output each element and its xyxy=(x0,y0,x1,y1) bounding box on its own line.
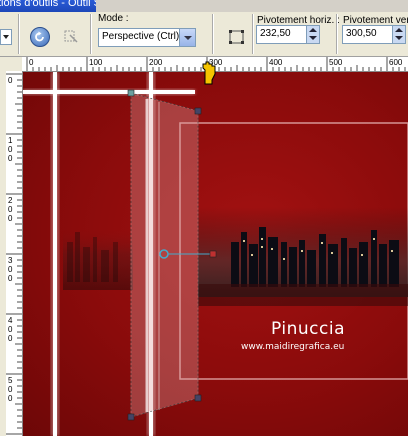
ruler-label: 5 xyxy=(8,376,13,385)
canvas-artwork xyxy=(23,72,408,436)
perspective-icon xyxy=(229,30,244,44)
vertical-ruler-ticks: 0100200300400500 xyxy=(6,73,22,435)
mode-label: Mode : xyxy=(98,13,129,24)
ruler-label: 2 xyxy=(8,196,13,205)
pivot-h-input[interactable]: 232,50 xyxy=(256,25,320,44)
pivot-v-value: 300,50 xyxy=(346,28,377,39)
ruler-label: 0 xyxy=(8,145,13,154)
rotation-handle xyxy=(209,250,217,258)
handle-top-right xyxy=(194,107,202,115)
ruler-label: 200 xyxy=(149,58,163,67)
chevron-down-icon[interactable] xyxy=(179,29,195,46)
undo-arrow-icon xyxy=(35,31,44,42)
ruler-label: 0 xyxy=(8,265,13,274)
image-canvas[interactable]: Pinuccia www.maidiregrafica.eu xyxy=(23,72,408,436)
handle-bottom-right xyxy=(194,394,202,402)
toolbar-separator xyxy=(90,14,92,54)
mode-select[interactable]: Perspective (Ctrl) xyxy=(98,28,196,47)
toolbar-separator xyxy=(212,14,214,54)
presets-dropdown[interactable] xyxy=(0,29,12,45)
transform-disabled-button[interactable] xyxy=(62,27,80,45)
ruler-label: 0 xyxy=(8,394,13,403)
window-title: tions d'outils - Outil Sélecteur xyxy=(0,0,96,9)
ruler-label: 4 xyxy=(8,316,13,325)
ruler-corner xyxy=(0,57,22,71)
brand-name: Pinuccia xyxy=(271,319,345,339)
vertical-ruler[interactable]: 0100200300400500 xyxy=(6,71,23,436)
reset-button[interactable] xyxy=(30,27,50,47)
ruler-label: 1 xyxy=(8,136,13,145)
tool-options-toolbar: Mode : Perspective (Ctrl) Pivotement hor… xyxy=(0,12,408,57)
ruler-label: 500 xyxy=(329,58,343,67)
ruler-label: 100 xyxy=(89,58,103,67)
handle-top-left xyxy=(127,89,135,97)
handle-bottom-left xyxy=(127,413,135,421)
ruler-label: 0 xyxy=(8,325,13,334)
pivot-v-spinner[interactable] xyxy=(392,26,405,43)
object-transform-icon xyxy=(64,30,78,43)
mode-select-value: Perspective (Ctrl) xyxy=(102,31,180,42)
ruler-label: 3 xyxy=(8,256,13,265)
hand-cursor-icon xyxy=(202,61,216,85)
pivot-h-value: 232,50 xyxy=(260,28,291,39)
pivot-h-spinner[interactable] xyxy=(306,26,319,43)
pivot-v-input[interactable]: 300,50 xyxy=(342,25,406,44)
perspective-reset-button[interactable] xyxy=(228,28,246,46)
ruler-label: 0 xyxy=(8,334,13,343)
toolbar-separator xyxy=(336,14,338,54)
window-titlebar: tions d'outils - Outil Sélecteur xyxy=(0,0,96,12)
ruler-label: 0 xyxy=(8,76,13,85)
brand-url: www.maidiregrafica.eu xyxy=(241,342,345,352)
ruler-label: 0 xyxy=(29,58,34,67)
ruler-label: 0 xyxy=(8,385,13,394)
ruler-label: 400 xyxy=(269,58,283,67)
toolbar-separator xyxy=(18,14,20,54)
ruler-label: 600 xyxy=(389,58,403,67)
ruler-label: 0 xyxy=(8,274,13,283)
ruler-label: 0 xyxy=(8,154,13,163)
ruler-label: 0 xyxy=(8,214,13,223)
toolbar-separator xyxy=(252,14,254,54)
ruler-label: 0 xyxy=(8,205,13,214)
